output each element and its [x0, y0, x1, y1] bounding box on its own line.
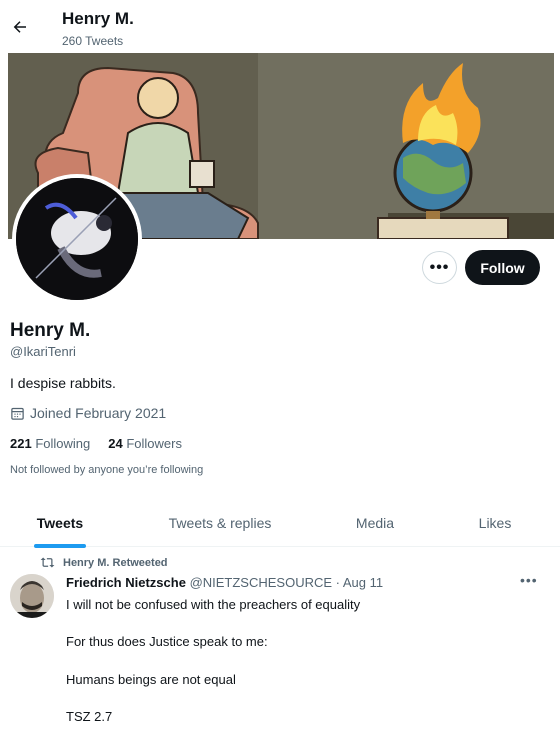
- retweet-icon: [40, 557, 55, 568]
- back-button[interactable]: [8, 12, 32, 42]
- tweet-line: I will not be confused with the preacher…: [66, 597, 361, 612]
- header-tweet-count: 260 Tweets: [62, 34, 124, 48]
- profile-tabs: Tweets Tweets & replies Media Likes: [0, 499, 560, 547]
- retweeted-by-text: Henry M. Retweeted: [63, 556, 168, 569]
- tweet-more-icon[interactable]: •••: [520, 572, 538, 588]
- not-followed-note: Not followed by anyone you’re following: [10, 464, 204, 476]
- profile-handle: @IkariTenri: [10, 344, 76, 359]
- tab-tweets[interactable]: Tweets: [0, 499, 120, 546]
- profile-avatar[interactable]: [12, 174, 142, 304]
- retweet-indicator: Henry M. Retweeted: [40, 556, 168, 569]
- tab-media[interactable]: Media: [335, 499, 415, 546]
- header-name: Henry M.: [62, 9, 134, 28]
- follow-button[interactable]: Follow: [465, 250, 540, 285]
- followers-count: 24: [108, 436, 123, 451]
- joined-date: Joined February 2021: [10, 405, 166, 421]
- avatar-image: [16, 178, 138, 300]
- following-count: 221: [10, 436, 32, 451]
- followers-link[interactable]: 24 Followers: [108, 436, 182, 451]
- joined-text: Joined February 2021: [30, 405, 167, 421]
- tab-likes[interactable]: Likes: [460, 499, 530, 546]
- arrow-left-icon: [13, 21, 26, 33]
- active-tab-indicator: [34, 544, 86, 548]
- followers-label: Followers: [126, 436, 182, 451]
- profile-bio: I despise rabbits.: [10, 375, 116, 391]
- tweet-header: Friedrich Nietzsche @NIETZSCHESOURCE · A…: [66, 575, 383, 590]
- follow-stats: 221 Following 24 Followers: [10, 436, 182, 451]
- tab-tweets-replies[interactable]: Tweets & replies: [150, 499, 290, 546]
- tweet-line: For thus does Justice speak to me:: [66, 634, 268, 649]
- tweet-author-name[interactable]: Friedrich Nietzsche: [66, 575, 186, 590]
- profile-name: Henry M.: [10, 320, 91, 341]
- tweet-line: Humans beings are not equal: [66, 672, 236, 687]
- more-options-button[interactable]: •••: [422, 251, 457, 284]
- tweet-line: TSZ 2.7: [66, 709, 113, 724]
- following-label: Following: [35, 436, 91, 451]
- tweet-author-avatar[interactable]: [10, 574, 54, 618]
- calendar-icon: [11, 407, 24, 420]
- tweet-handle-date[interactable]: @NIETZSCHESOURCE · Aug 11: [190, 575, 384, 590]
- following-link[interactable]: 221 Following: [10, 436, 90, 451]
- top-bar: Henry M. 260 Tweets: [0, 0, 560, 53]
